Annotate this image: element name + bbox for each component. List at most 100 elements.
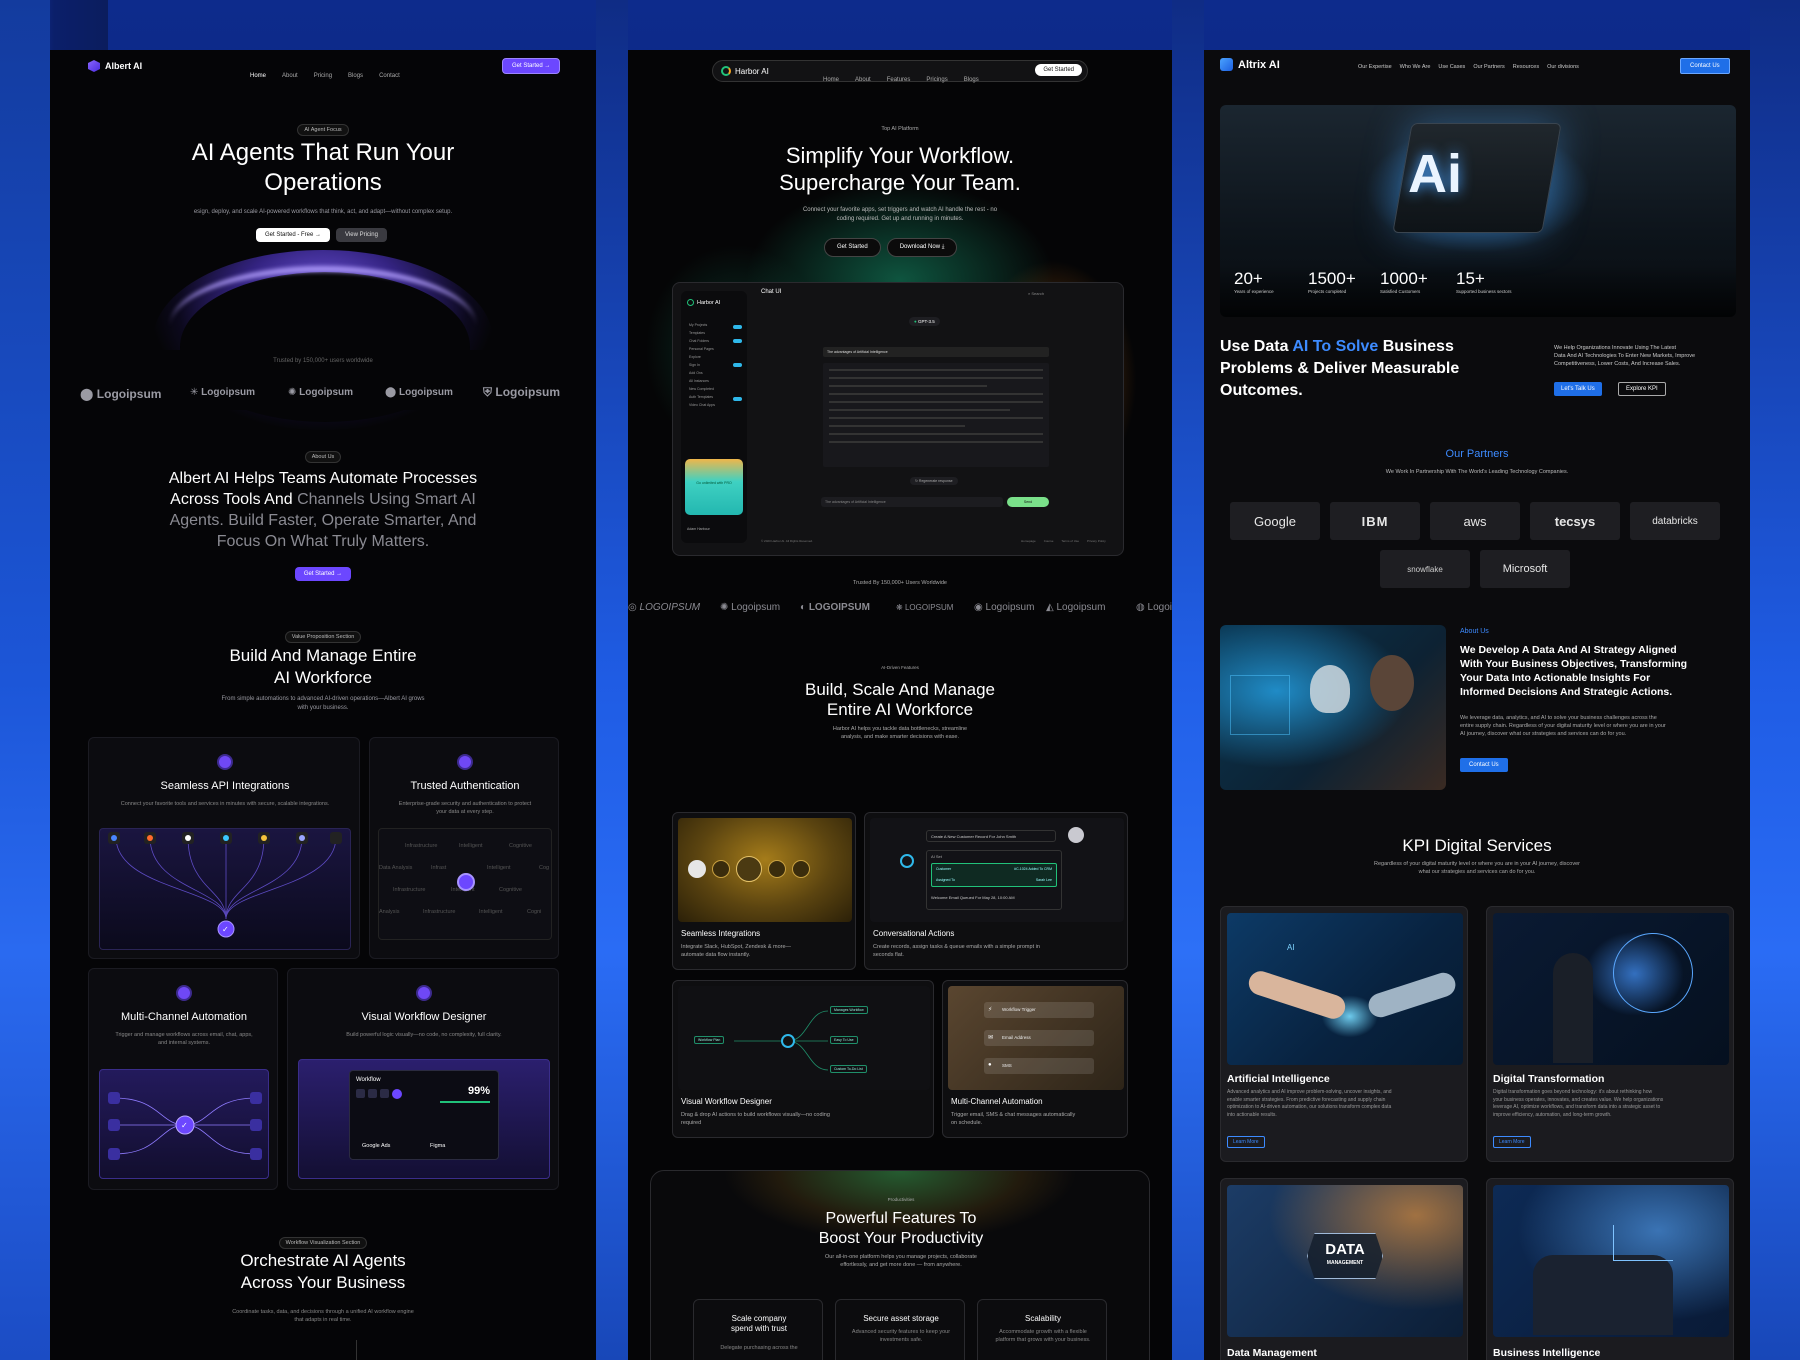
nav-blogs[interactable]: Blogs (964, 77, 979, 83)
about-text: Albert AI Helps Teams Automate Processes… (168, 470, 478, 550)
menu-item[interactable]: New Completed (689, 385, 715, 393)
background-stripe (1750, 0, 1800, 1360)
get-started-button[interactable]: Get Started → (502, 58, 561, 74)
harbor-logo-icon (721, 66, 731, 76)
about-contact-button[interactable]: Contact Us (1460, 758, 1508, 772)
search-icon: ⌕ (1028, 291, 1031, 296)
logoipsum-icon: ⬤ (80, 387, 94, 401)
logoipsum-icon: ◍ (1136, 602, 1145, 613)
background-stripe (1172, 0, 1204, 1360)
logoipsum-icon: ⬤ (385, 387, 397, 398)
kpi-subtitle: Regardless of your digital maturity leve… (1374, 861, 1580, 875)
menu-item[interactable]: My Projects (689, 321, 715, 329)
toggle-switch[interactable] (733, 325, 742, 329)
nav-partners[interactable]: Our Partners (1473, 64, 1504, 70)
feature-title: Seamless Integrations (681, 929, 761, 938)
workflow-node: Workflow Plan (694, 1036, 725, 1044)
nav-home[interactable]: Home (823, 77, 839, 83)
build-title: Build, Scale And Manage Entire AI Workfor… (805, 680, 995, 719)
partners-title: Our Partners (1445, 448, 1509, 460)
partner-logo: ◭ Logoipsum (1046, 602, 1106, 613)
workflow-progress-bar (440, 1101, 490, 1103)
partner-ibm: IBM (1330, 502, 1420, 540)
harbor-logo[interactable]: Harbor AI (721, 66, 769, 76)
ai-response: AI Set Customer #C-1024 Added To CRM Assi… (926, 850, 1062, 910)
hero-subtitle: Connect your favorite apps, set triggers… (802, 207, 998, 222)
pro-promo-card[interactable]: Go unlimited with PRO (685, 459, 743, 515)
albert-ai-page: Albert AI Home About Pricing Blogs Contact G… (50, 50, 596, 1360)
nav-features[interactable]: Features (887, 77, 911, 83)
chat-side-menu: My Projects Templates Chat Folders Personal… (689, 321, 715, 409)
menu-item[interactable]: Auth Templates (689, 393, 715, 401)
menu-item[interactable]: Explore (689, 353, 715, 361)
learn-more-button[interactable]: Learn More (1493, 1136, 1531, 1148)
download-icon: ⤓ (941, 244, 945, 250)
partner-logo: ◎ LOGOIPSUM (628, 602, 701, 613)
nav-pricings[interactable]: Pricings (926, 77, 947, 83)
toggle-switch[interactable] (733, 363, 742, 367)
model-selector[interactable]: ● GPT-3.5 (909, 317, 940, 326)
feature-title: Visual Workflow Designer (681, 1097, 772, 1106)
toggle-switch[interactable] (733, 397, 742, 401)
menu-item[interactable]: Personal Pages (689, 345, 715, 353)
about-get-started-button[interactable]: Get Started → (294, 567, 352, 581)
feature-desc: Build powerful logic visually—no code, n… (346, 1032, 502, 1038)
person-head (1370, 655, 1414, 711)
toggle-switch[interactable] (733, 339, 742, 343)
chat-search[interactable]: ⌕ Search (1028, 291, 1044, 296)
nav-contact[interactable]: Contact (379, 73, 400, 79)
nav-about[interactable]: About (855, 77, 871, 83)
lets-talk-button[interactable]: Let's Talk Us (1554, 382, 1602, 396)
nav-resources[interactable]: Resources (1513, 64, 1539, 70)
menu-item[interactable]: Add Ons (689, 369, 715, 377)
chat-sidebar: Harbor AI My Projects Templates Chat Folde… (681, 291, 747, 543)
send-button[interactable]: Send (1007, 497, 1049, 507)
integrations-image (678, 818, 852, 922)
regenerate-button[interactable]: ↻ Regenerate response (910, 477, 958, 485)
robot-head (1310, 665, 1350, 713)
nav-use-cases[interactable]: Use Cases (1438, 64, 1465, 70)
person-suit (1533, 1255, 1673, 1335)
nav-who-we-are[interactable]: Who We Are (1400, 64, 1431, 70)
refresh-icon: ↻ (915, 479, 918, 483)
download-now-button[interactable]: Download Now ⤓ (886, 238, 958, 257)
nav-pricing[interactable]: Pricing (314, 73, 332, 79)
nav-blogs[interactable]: Blogs (348, 73, 363, 79)
learn-more-button[interactable]: Learn More (1227, 1136, 1265, 1148)
human-hand (1245, 968, 1349, 1022)
add-icon (392, 1089, 402, 1099)
nav-home[interactable]: Home (250, 73, 266, 79)
view-pricing-button[interactable]: View Pricing (336, 228, 387, 242)
albert-logo[interactable]: Albert AI (88, 60, 142, 72)
menu-item[interactable]: Sign In (689, 361, 715, 369)
divider (356, 1340, 357, 1360)
chat-input[interactable]: The advantages of Artificial Intelligenc… (821, 497, 1003, 507)
nav-about[interactable]: About (282, 73, 298, 79)
top-nav: Home About Pricing Blogs Contact (250, 64, 416, 82)
feature-desc: Enterprise-grade security and authentica… (398, 801, 532, 815)
arrow-right-icon: → (315, 232, 322, 238)
sms-icon: ● (988, 1062, 992, 1068)
menu-item[interactable]: Templates (689, 329, 715, 337)
nav-expertise[interactable]: Our Expertise (1358, 64, 1392, 70)
get-started-button[interactable]: Get Started (1035, 64, 1082, 76)
menu-item[interactable]: All Instances (689, 377, 715, 385)
chat-title: Chat UI (761, 289, 782, 295)
get-started-free-button[interactable]: Get Started - Free → (256, 228, 331, 242)
menu-item[interactable]: Video Chat Apps (689, 401, 715, 409)
altrix-logo[interactable]: Altrix AI (1220, 58, 1280, 71)
service-title: Data Management (1227, 1347, 1317, 1359)
partner-snowflake: snowflake (1380, 550, 1470, 588)
robot-hand (1365, 969, 1459, 1021)
logoipsum-icon: ✳ (190, 387, 199, 398)
partner-aws: aws (1430, 502, 1520, 540)
menu-item[interactable]: Chat Folders (689, 337, 715, 345)
get-started-button[interactable]: Get Started (824, 238, 881, 257)
email-row: Email Address (984, 1030, 1094, 1046)
hero-title: Use Data AI To Solve Business Problems &… (1220, 338, 1460, 399)
nav-divisions[interactable]: Our divisions (1547, 64, 1579, 70)
contact-us-button[interactable]: Contact Us (1680, 58, 1730, 74)
explore-kpi-button[interactable]: Explore KPI (1618, 382, 1666, 396)
build-title: Build And Manage Entire AI Workforce (229, 646, 417, 687)
background-stripe (596, 0, 628, 1360)
